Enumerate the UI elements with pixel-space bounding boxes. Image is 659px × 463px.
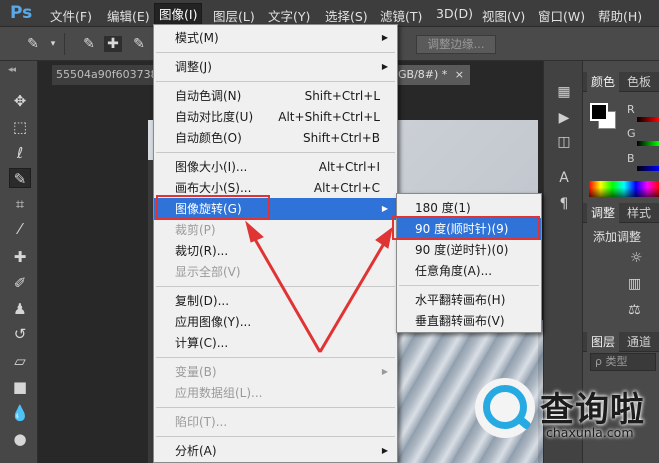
watermark-text: 查询啦 (540, 390, 645, 430)
foreground-color-swatch[interactable] (590, 103, 608, 121)
arrow-line-left (250, 233, 322, 353)
watermark-url: chaxunla.com (546, 425, 634, 440)
arrow-head-left (245, 220, 264, 243)
arrow-line-right (318, 239, 388, 353)
arrow-head-right (375, 226, 393, 249)
